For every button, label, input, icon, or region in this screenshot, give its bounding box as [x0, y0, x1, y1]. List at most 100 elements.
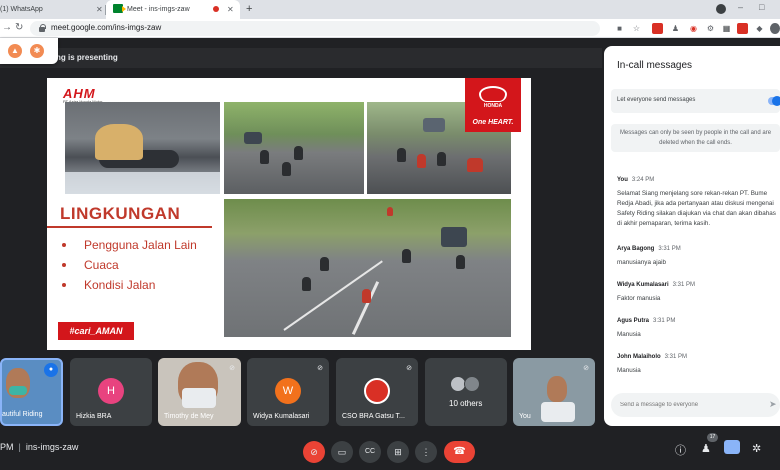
participant-tile[interactable]: ● autiful Riding [0, 358, 63, 426]
toggle-label: Let everyone send messages [617, 97, 696, 103]
participant-tile[interactable]: H Hizkia BRA [70, 358, 152, 426]
avatar: H [98, 378, 124, 404]
minimize-icon[interactable]: – [738, 2, 743, 12]
others-avatars [450, 376, 482, 392]
message-time: 3:31 PM [664, 354, 688, 360]
close-icon[interactable]: ✕ [96, 5, 103, 14]
maximize-icon[interactable]: □ [759, 2, 764, 12]
message-text: manusianya ajaib [617, 259, 667, 266]
tab-meet[interactable]: Meet - ins-imgs-zaw ✕ [106, 0, 240, 19]
participant-name: autiful Riding [2, 411, 43, 418]
address-bar-row: → ↻ meet.google.com/ins-imgs-zaw ■ ☆ ♟ ◉… [0, 19, 780, 38]
present-button[interactable]: ⊞ [387, 441, 409, 463]
chat-icon[interactable] [724, 440, 740, 454]
participant-name: Timothy de Mey [164, 413, 214, 420]
tab-title: Meet - ins-imgs-zaw [127, 6, 190, 13]
message-text: Manusia [617, 367, 641, 374]
url-field[interactable]: meet.google.com/ins-imgs-zaw [30, 21, 600, 36]
more-options-button[interactable]: ⋮ [415, 441, 437, 463]
extension-grid-icon[interactable]: ▦ [721, 23, 732, 34]
meet-favicon-icon [113, 4, 126, 13]
message-time: 3:31 PM [658, 246, 681, 252]
meeting-time: PM [0, 442, 14, 452]
send-icon[interactable]: ➤ [769, 399, 777, 410]
sender-name: Agus Putra [617, 318, 650, 324]
reload-icon[interactable]: ↻ [15, 22, 23, 33]
people-icon[interactable]: ♟ [701, 442, 711, 455]
participant-name: You [519, 413, 531, 420]
road-riders-photo [224, 199, 511, 337]
chat-message: You 3:24 PM Selamat Siang menjelang sore … [617, 168, 780, 229]
send-permission-row: Let everyone send messages [611, 89, 780, 113]
honda-wordmark: HONDA [483, 103, 503, 109]
settings-icon[interactable]: ✱ [30, 44, 44, 58]
bookmark-star-icon[interactable]: ☆ [631, 23, 642, 34]
sender-name: Widya Kumalasari [617, 282, 669, 288]
panel-title: In-call messages [617, 60, 693, 71]
self-video [547, 376, 567, 402]
recording-dot-icon [213, 6, 219, 12]
flood-riding-photo [65, 102, 220, 194]
lock-icon [39, 24, 46, 32]
message-text: Manusia [617, 331, 641, 338]
chat-message: Widya Kumalasari 3:31 PM Faktor manusia [617, 273, 780, 304]
participant-tile[interactable]: ⊘ Timothy de Mey [158, 358, 241, 426]
speaking-indicator-icon: ● [44, 363, 58, 377]
message-time: 3:31 PM [672, 282, 695, 288]
warning-icon[interactable]: ▲ [8, 44, 22, 58]
traffic-road-photo [224, 102, 364, 194]
cari-aman-logo: #cari_AMAN [58, 322, 134, 340]
chat-message-input[interactable] [611, 393, 780, 417]
mic-toggle-button[interactable]: ⊘ [303, 441, 325, 463]
profile-avatar[interactable] [770, 23, 780, 34]
participant-tile-self[interactable]: ⊘ You [513, 358, 595, 426]
extension-circle-icon[interactable]: ◉ [688, 23, 699, 34]
participant-tile-others[interactable]: 10 others [425, 358, 507, 426]
pinned-controls-popup: ▲ ✱ [0, 38, 58, 64]
forward-icon[interactable]: → [2, 22, 12, 33]
message-text: Faktor manusia [617, 295, 661, 302]
participant-name: Widya Kumalasari [253, 413, 310, 420]
participant-count-badge: 17 [707, 433, 718, 442]
tab-title: (1) WhatsApp [0, 6, 43, 13]
message-time: 3:31 PM [653, 318, 676, 324]
close-icon[interactable]: ✕ [227, 5, 234, 14]
mic-off-icon: ⊘ [583, 365, 589, 372]
url-text: meet.google.com/ins-imgs-zaw [51, 23, 162, 32]
extension-tag-icon[interactable]: ◆ [754, 23, 765, 34]
meeting-details-icon[interactable]: ⓘ [675, 442, 686, 458]
camera-indicator-icon[interactable]: ■ [614, 23, 625, 34]
in-call-messages-panel: In-call messages Let everyone send messa… [604, 46, 780, 426]
camera-toggle-button[interactable]: ▭ [331, 441, 353, 463]
extension-red-icon[interactable] [737, 23, 748, 34]
one-heart-tagline: One HEART. [472, 119, 514, 126]
browser-tab-strip: (1) WhatsApp ✕ Meet - ins-imgs-zaw ✕ + –… [0, 0, 780, 19]
honda-wing-icon [479, 86, 507, 102]
shirt [541, 402, 575, 422]
send-messages-toggle[interactable] [768, 96, 780, 106]
presented-slide: AHM PT Astra Honda Motor HONDA One HEART… [47, 78, 531, 350]
leave-call-button[interactable]: ☎ [444, 441, 475, 463]
participant-tile[interactable]: W ⊘ Widya Kumalasari [247, 358, 329, 426]
tab-search-icon[interactable] [716, 4, 726, 14]
tab-whatsapp[interactable]: (1) WhatsApp ✕ [0, 0, 104, 19]
participant-name: CSO BRA Gatsu T... [342, 413, 405, 420]
message-time: 3:24 PM [631, 177, 655, 183]
message-text: Selamat Siang menjelang sore rekan-rekan… [617, 190, 776, 227]
extension-pin-icon[interactable]: ♟ [670, 23, 681, 34]
activities-icon[interactable]: ✲ [752, 442, 761, 455]
privacy-notice: Messages can only be seen by people in t… [611, 124, 780, 152]
bullet-item: Pengguna Jalan Lain [62, 235, 197, 255]
captions-button[interactable]: CC [359, 441, 381, 463]
meeting-code: ins-imgs-zaw [25, 442, 79, 452]
sender-name: Arya Bagong [617, 246, 655, 252]
chat-message: John Malaiholo 3:31 PM Manusia [617, 345, 780, 376]
face-mask [182, 388, 216, 408]
slide-bullet-list: Pengguna Jalan Lain Cuaca Kondisi Jalan [62, 235, 197, 295]
new-tab-button[interactable]: + [246, 3, 252, 15]
participant-tile[interactable]: ⊘ CSO BRA Gatsu T... [336, 358, 418, 426]
chat-message: Agus Putra 3:31 PM Manusia [617, 309, 780, 340]
extension-gear-icon[interactable]: ⚙ [705, 23, 716, 34]
face-mask [9, 386, 27, 395]
pdf-extension-icon[interactable] [652, 23, 663, 34]
